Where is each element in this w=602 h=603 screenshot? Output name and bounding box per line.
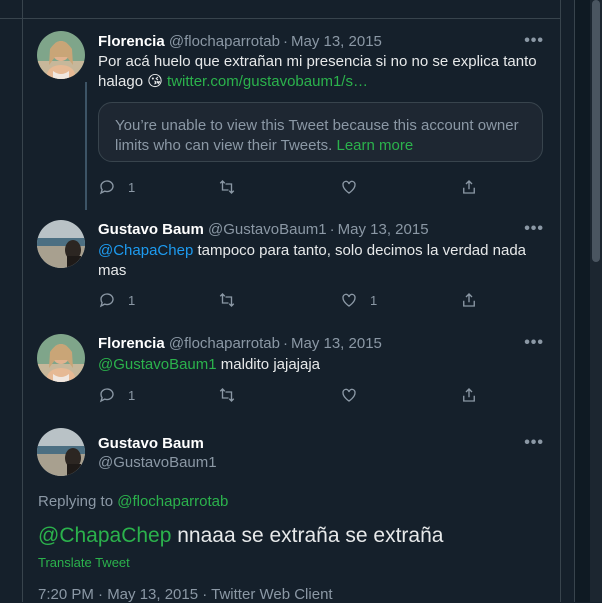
share-icon (463, 293, 475, 307)
unavailable-notice: You’re unable to view this Tweet because… (115, 117, 519, 154)
separator-dot: · (282, 335, 288, 352)
tweet-3[interactable]: Florencia @flochaparrotab · May 13, 2015 •… (22, 322, 560, 416)
reply-icon (99, 180, 114, 195)
tweet-date[interactable]: May 13, 2015 (291, 335, 382, 352)
tweet-actions: 1 1 (98, 291, 498, 311)
separator-dot: · (282, 33, 288, 50)
share-button[interactable] (460, 178, 478, 196)
like-button[interactable]: 1 (340, 291, 377, 309)
tweet-header: Florencia @flochaparrotab · May 13, 2015 (98, 334, 520, 354)
retweet-button[interactable] (218, 178, 236, 196)
author-name[interactable]: Gustavo Baum (98, 221, 204, 238)
more-icon[interactable]: ••• (524, 220, 544, 238)
like-icon (342, 180, 356, 194)
more-icon[interactable]: ••• (524, 434, 544, 452)
avatar[interactable] (37, 31, 85, 79)
reply-count: 1 (128, 387, 136, 403)
tweet-header: Gustavo Baum (98, 434, 520, 454)
author-name[interactable]: Florencia (98, 335, 165, 352)
reply-count: 1 (128, 179, 136, 195)
avatar[interactable] (37, 428, 85, 476)
tweet-handle-row: @GustavoBaum1 (98, 453, 520, 473)
tweet-date[interactable]: May 13, 2015 (338, 221, 429, 238)
retweet-icon (219, 180, 235, 194)
like-icon (342, 388, 356, 402)
mention-link[interactable]: @ChapaChep (98, 242, 193, 259)
like-count: 1 (370, 292, 378, 308)
quoted-tweet-unavailable: You’re unable to view this Tweet because… (98, 102, 543, 162)
thread-line (85, 82, 87, 210)
share-icon (463, 180, 475, 194)
replying-to-link[interactable]: @flochaparrotab (117, 493, 228, 510)
replying-prefix: Replying to (38, 493, 114, 510)
author-name[interactable]: Gustavo Baum (98, 435, 204, 452)
author-handle[interactable]: @flochaparrotab (169, 335, 280, 352)
tweet-body: maldito jajajaja (220, 356, 321, 373)
avatar[interactable] (37, 220, 85, 268)
retweet-icon (219, 388, 235, 402)
tweet-meta: 7:20 PM · May 13, 2015 · Twitter Web Cli… (38, 586, 333, 603)
more-icon[interactable]: ••• (524, 334, 544, 352)
learn-more-link[interactable]: Learn more (336, 137, 413, 154)
tweet-date[interactable]: May 13, 2015 (291, 33, 382, 50)
share-icon (463, 388, 475, 402)
tweet-actions: 1 (98, 178, 498, 198)
mention-link[interactable]: @GustavoBaum1 (98, 356, 217, 373)
separator-dot: · (329, 221, 335, 238)
tweet-1[interactable]: Florencia @flochaparrotab · May 13, 2015 •… (22, 20, 560, 210)
avatar[interactable] (37, 334, 85, 382)
reply-button[interactable]: 1 (98, 291, 135, 309)
tweet-header: Florencia @flochaparrotab · May 13, 2015 (98, 32, 520, 52)
reply-count: 1 (128, 292, 136, 308)
replying-to: Replying to @flochaparrotab (38, 493, 228, 510)
like-button[interactable] (340, 178, 358, 196)
author-handle[interactable]: @GustavoBaum1 (208, 221, 327, 238)
timeline-right-border (560, 0, 561, 602)
tweet-body: nnaaa se extraña se extraña (177, 524, 444, 547)
retweet-button[interactable] (218, 291, 236, 309)
tweet-2[interactable]: Gustavo Baum @GustavoBaum1 · May 13, 2015 … (22, 210, 560, 322)
author-handle[interactable]: @flochaparrotab (169, 33, 280, 50)
more-icon[interactable]: ••• (524, 32, 544, 50)
tweet-text: @ChapaChep tampoco para tanto, solo deci… (98, 241, 538, 281)
scrollbar-thumb[interactable] (592, 0, 600, 262)
tweet-text: @GustavoBaum1 maldito jajajaja (98, 355, 538, 375)
reply-icon (99, 388, 114, 403)
kiss-emoji-icon: 😘 (147, 73, 163, 90)
retweet-icon (219, 293, 235, 307)
translate-tweet-link[interactable]: Translate Tweet (38, 555, 130, 570)
share-button[interactable] (460, 291, 478, 309)
tweet-link[interactable]: twitter.com/gustavobaum1/s… (167, 73, 368, 90)
author-handle[interactable]: @GustavoBaum1 (98, 454, 217, 471)
top-divider (0, 0, 560, 19)
focused-tweet: Gustavo Baum @GustavoBaum1 ••• Replying … (22, 416, 560, 603)
like-button[interactable] (340, 386, 358, 404)
tweet-actions: 1 (98, 386, 498, 406)
author-name[interactable]: Florencia (98, 33, 165, 50)
reply-button[interactable]: 1 (98, 178, 135, 196)
like-icon (342, 293, 356, 307)
retweet-button[interactable] (218, 386, 236, 404)
reply-icon (99, 293, 114, 308)
tweet-text: Por acá huelo que extrañan mi presencia … (98, 52, 538, 92)
tweet-text: @ChapaChep nnaaa se extraña se extraña (38, 522, 443, 550)
mention-link[interactable]: @ChapaChep (38, 524, 171, 547)
tweet-header: Gustavo Baum @GustavoBaum1 · May 13, 2015 (98, 220, 520, 240)
reply-button[interactable]: 1 (98, 386, 135, 404)
share-button[interactable] (460, 386, 478, 404)
